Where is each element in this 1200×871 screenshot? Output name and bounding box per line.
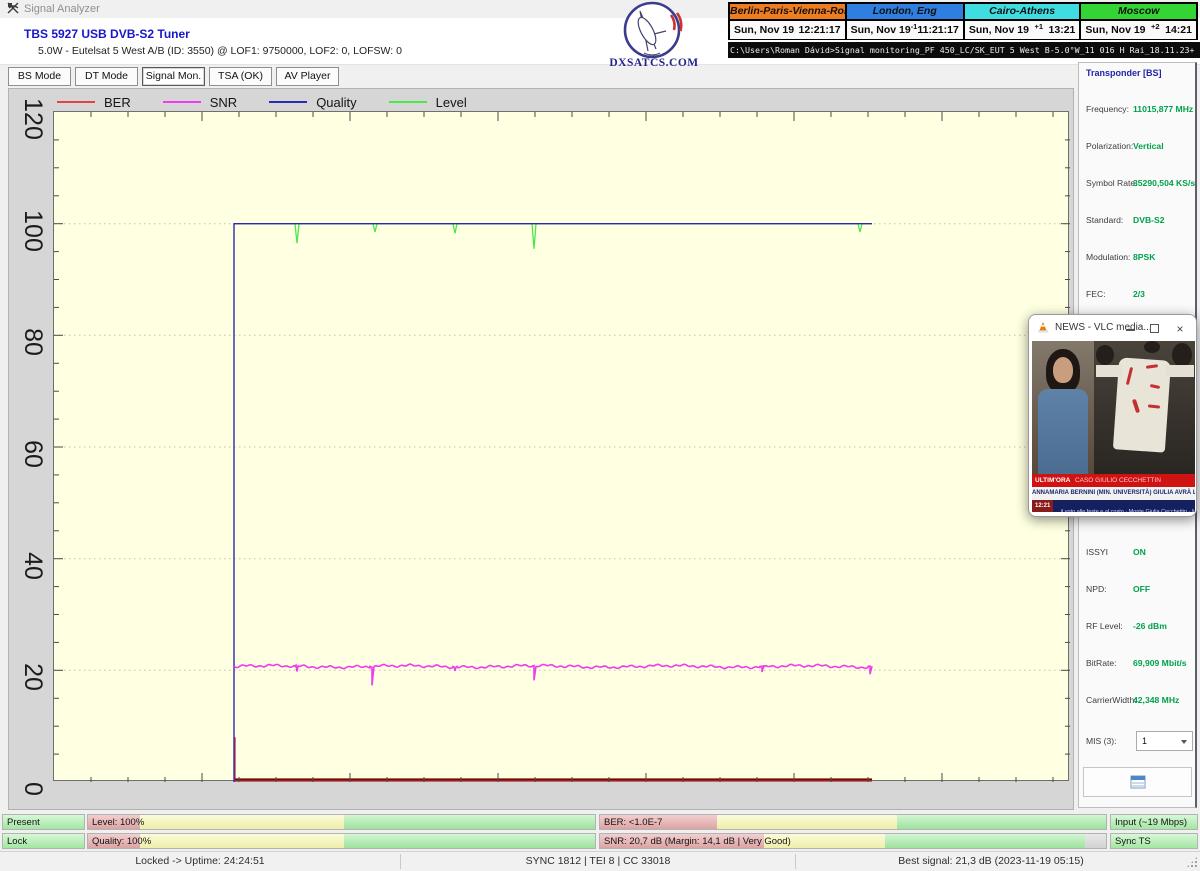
news-anchor [1032,341,1094,474]
clock-city-berlin: Berlin-Paris-Vienna-Roma [730,4,845,19]
console-command-line: C:\Users\Roman Dávid>Signal monitoring_P… [728,42,1200,58]
bar-ber: BER: <1.0E-7 [599,814,1107,830]
clock-time-moscow: Sun, Nov 19 +2 14:21 [1081,21,1196,39]
bar-level: Level: 100% [87,814,596,830]
status-best-signal: Best signal: 21,3 dB (2023-11-19 05:15) [796,852,1186,871]
field-carrier-width: CarrierWidth:42,348 MHz [1086,690,1194,702]
status-sync-info: SYNC 1812 | TEI 8 | CC 33018 [401,852,795,871]
mis-select[interactable]: 1 [1136,731,1193,751]
window-title: Signal Analyzer [24,3,100,15]
world-clocks: Berlin-Paris-Vienna-Roma London, Eng Cai… [728,2,1198,40]
y-axis-tick-label: 40 [20,545,46,587]
vlc-titlebar[interactable]: NEWS - VLC media... × [1029,315,1196,341]
save-table-icon [1130,775,1146,789]
field-standard: Standard:DVB-S2 [1086,210,1194,222]
field-fec: FEC:2/3 [1086,284,1194,296]
ticker-time: 12:21 [1032,500,1053,512]
plot-area [53,111,1069,781]
field-rf-level: RF Level:-26 dBm [1086,616,1194,628]
field-frequency: Frequency:11015,877 MHz [1086,99,1194,111]
clock-time-cairo: Sun, Nov 19 +1 13:21 [965,21,1080,39]
resize-grip[interactable] [1186,856,1198,868]
chart-legend: BER SNR Quality Level [57,94,499,110]
field-modulation: Modulation:8PSK [1086,247,1194,259]
field-bitrate: BitRate:69,909 Mbit/s [1086,653,1194,665]
quality-line-swatch [269,101,307,103]
indicator-lock: Lock [2,833,85,849]
field-polarization: Polarization:Vertical [1086,136,1194,148]
mis-label: MIS (3): [1086,736,1117,746]
breaking-topic: CASO GIULIO CECCHETTIN [1075,477,1161,484]
indicator-present: Present [2,814,85,830]
y-axis-tick-label: 120 [20,98,46,140]
news-ticker: 12:21 il voto alle feste e al costo · Mo… [1032,500,1195,512]
breaking-label: ULTIM'ORA [1035,477,1070,484]
vlc-maximize-icon[interactable] [1150,323,1162,335]
vlc-minimize-icon[interactable] [1126,323,1138,335]
legend-item-quality: Quality [269,95,356,110]
news-crowd-scene [1094,341,1195,474]
tab-tsa[interactable]: TSA (OK) [209,67,272,86]
field-npd: NPD:OFF [1086,579,1194,591]
snr-line-swatch [163,101,201,103]
clock-city-london: London, Eng [847,4,963,19]
y-axis-tick-label: 60 [20,433,46,475]
clock-time-berlin: Sun, Nov 19 12:21:17 [730,21,845,39]
tab-signal-mon[interactable]: Signal Mon. [142,67,205,86]
mis-row: MIS (3): 1 [1086,731,1194,751]
satellite-dish-icon [7,2,20,15]
ber-line-swatch [57,101,95,103]
legend-item-level: Level [389,95,467,110]
vlc-video[interactable]: ULTIM'ORA CASO GIULIO CECCHETTIN ANNAMAR… [1032,341,1195,512]
tab-dt-mode[interactable]: DT Mode [75,67,138,86]
legend-item-ber: BER [57,95,131,110]
bar-snr: SNR: 20,7 dB (Margin: 14,1 dB | Very Goo… [599,833,1107,849]
y-axis-tick-label: 20 [20,656,46,698]
dxsatcs-logo: DXSATCS.COM [598,1,710,73]
vlc-window: NEWS - VLC media... × U [1028,314,1197,517]
indicator-input: Input (~19 Mbps) [1110,814,1198,830]
level-line-swatch [389,101,427,103]
clock-time-london: Sun, Nov 19 -1 11:21:17 [847,21,963,39]
dxsatcs-logo-text: DXSATCS.COM [598,57,710,69]
dxsatcs-logo-icon [598,1,710,59]
chart-panel: BER SNR Quality Level 120 100 80 60 40 20 0 [8,88,1074,810]
clock-city-cairo: Cairo-Athens [965,4,1080,19]
clock-city-moscow: Moscow [1081,4,1196,19]
indicator-sync-ts: Sync TS [1110,833,1198,849]
tuner-title: TBS 5927 USB DVB-S2 Tuner [24,27,190,41]
ticker-text: il voto alle feste e al costo · Monte Gi… [1058,509,1195,512]
legend-item-snr: SNR [163,95,237,110]
bar-quality: Quality: 100% [87,833,596,849]
chevron-down-icon [1181,740,1187,744]
tuner-description: 5.0W - Eutelsat 5 West A/B (ID: 3550) @ … [38,45,402,57]
snapshot-button[interactable] [1083,767,1192,797]
y-axis-tick-label: 100 [20,210,46,252]
field-symbol-rate: Symbol Rate:35290,504 KS/s [1086,173,1194,185]
y-axis-tick-label: 0 [20,768,46,810]
breaking-news-strip: ULTIM'ORA CASO GIULIO CECCHETTIN [1032,474,1195,487]
news-video-frame [1032,341,1195,474]
vlc-close-icon[interactable]: × [1174,323,1186,335]
tab-av-player[interactable]: AV Player [276,67,339,86]
field-issyi: ISSYION [1086,542,1194,554]
status-bar: Locked -> Uptime: 24:24:51 SYNC 1812 | T… [0,851,1200,870]
transponder-title: Transponder [BS] [1086,68,1162,78]
y-axis-tick-label: 80 [20,321,46,363]
vlc-cone-icon [1037,321,1049,333]
status-uptime: Locked -> Uptime: 24:24:51 [0,852,400,871]
tab-bs-mode[interactable]: BS Mode [8,67,71,86]
news-headline: ANNAMARIA BERNINI (MIN. UNIVERSITÀ) GIUL… [1032,487,1195,500]
